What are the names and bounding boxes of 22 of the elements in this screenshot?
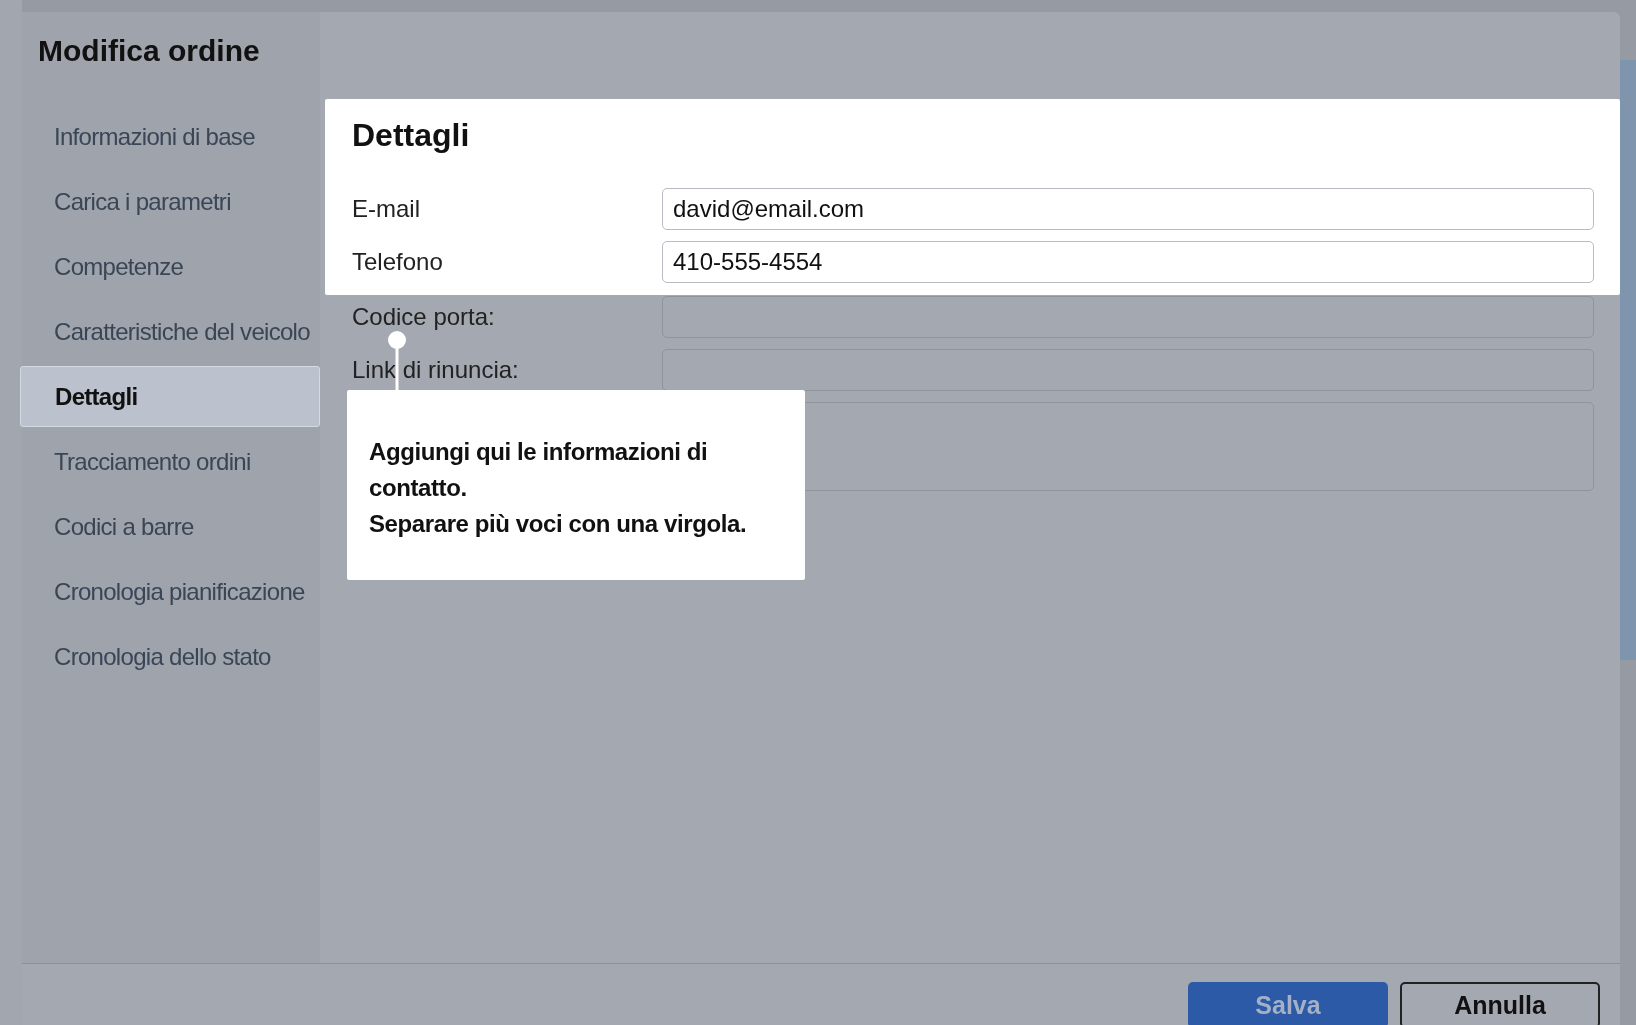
sidebar-item[interactable]: Dettagli [20,366,320,427]
input-field[interactable] [662,349,1594,391]
sidebar-item[interactable]: Caratteristiche del veicolo [22,301,320,362]
sidebar-item[interactable]: Cronologia dello stato [22,626,320,687]
sidebar-item[interactable]: Competenze [22,236,320,297]
input-field[interactable]: david@email.com [662,188,1594,230]
dialog-title: Modifica ordine [37,33,261,69]
save-button[interactable]: Salva [1188,982,1388,1025]
field-label: Codice porta: [352,303,496,331]
sidebar-item[interactable]: Codici a barre [22,496,320,557]
tooltip-text: Aggiungi qui le informazioni di contatto. Separare più voci con una virgola. [369,437,748,539]
sidebar-item[interactable]: Tracciamento ordini [22,431,320,492]
field-label: E-mail [352,195,421,223]
input-field[interactable] [662,296,1594,338]
field-label: Telefono [352,248,444,276]
sidebar-item[interactable]: Cronologia pianificazione [22,561,320,622]
field-label: Link di rinuncia: [352,356,520,384]
sidebar-item[interactable]: Informazioni di base [22,106,320,167]
input-field[interactable]: 410-555-4554 [662,241,1594,283]
cancel-button[interactable]: Annulla [1400,982,1600,1025]
section-heading: Dettagli [352,117,471,154]
sidebar-item[interactable]: Carica i parametri [22,171,320,232]
